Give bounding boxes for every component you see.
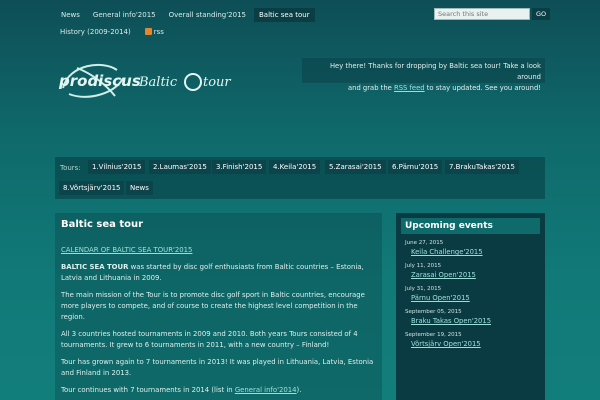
welcome-line-2: and grab the RSS feed to stay updated. S… (306, 83, 541, 94)
calendar-paragraph: CALENDAR OF BALTIC SEA TOUR'2015 (61, 245, 375, 256)
event-item: September 19, 2015 Võrtsjärv Open'2015 (405, 331, 545, 349)
tour-brakutakas[interactable]: 7.BrakuTakas'2015 (445, 160, 519, 174)
nav-rss[interactable]: rss (141, 25, 168, 39)
event-date: September 19, 2015 (405, 332, 462, 338)
main-nav: News General info'2015 Overall standing'… (56, 8, 315, 22)
intro-strong: BALTIC SEA TOUR (61, 263, 129, 271)
nav-overall-standing[interactable]: Overall standing'2015 (164, 8, 251, 22)
event-link[interactable]: Keila Challenge'2015 (411, 247, 545, 257)
logo-brand: prodiscus (58, 72, 141, 90)
disc-icon (184, 73, 202, 91)
search-input[interactable] (434, 8, 530, 20)
search-form: GO (434, 8, 551, 20)
nav-general-info[interactable]: General info'2015 (88, 8, 161, 22)
tour-keila[interactable]: 4.Keila'2015 (269, 160, 321, 174)
event-link[interactable]: Pärnu Open'2015 (411, 293, 545, 303)
nav-news[interactable]: News (56, 8, 85, 22)
secondary-nav: History (2009-2014) rss (56, 25, 168, 39)
nav-rss-label: rss (153, 28, 164, 36)
upcoming-events-title: Upcoming events (401, 218, 540, 234)
nav-history[interactable]: History (2009-2014) (56, 25, 135, 39)
welcome-line-1: Hey there! Thanks for dropping by Baltic… (329, 62, 541, 81)
welcome-line-2-post: to stay updated. See you around! (426, 84, 541, 92)
event-date: July 31, 2015 (405, 286, 442, 292)
general-info-2014-link[interactable]: General info'2014 (235, 386, 297, 394)
tour-laumas[interactable]: 2.Laumas'2015 (149, 160, 211, 174)
welcome-line-2-pre: and grab the (347, 84, 392, 92)
event-date: July 11, 2015 (405, 263, 442, 269)
tour-parnu[interactable]: 6.Pärnu'2015 (388, 160, 443, 174)
tours-label: Tours: (60, 164, 81, 172)
sidebar: Upcoming events June 27, 2015 Keila Chal… (396, 213, 545, 400)
rss-icon (144, 28, 152, 35)
event-link[interactable]: Zarasai Open'2015 (411, 270, 545, 280)
tour-vilnius[interactable]: 1.Vilnius'2015 (88, 160, 146, 174)
continuation-pre: Tour continues with 7 tournaments in 201… (61, 386, 235, 394)
growth-paragraph: Tour has grown again to 7 tournaments in… (61, 358, 374, 377)
welcome-box: Hey there! Thanks for dropping by Baltic… (302, 58, 545, 92)
tours-bar: Tours: 1.Vilnius'2015 2.Laumas'2015 3.Fi… (55, 157, 545, 199)
nav-baltic-sea-tour[interactable]: Baltic sea tour (253, 8, 315, 22)
rss-feed-link[interactable]: RSS feed (394, 84, 425, 92)
history-paragraph: All 3 countries hosted tournaments in 20… (61, 330, 358, 349)
logo-text-tour: tour (203, 75, 231, 90)
calendar-link[interactable]: CALENDAR OF BALTIC SEA TOUR'2015 (61, 246, 192, 254)
tour-news[interactable]: News (126, 181, 153, 195)
search-button[interactable]: GO (532, 8, 551, 20)
main-content: Baltic sea tour CALENDAR OF BALTIC SEA T… (61, 219, 375, 400)
event-date: September 05, 2015 (405, 309, 462, 315)
continuation-post: ). (296, 386, 302, 394)
event-link[interactable]: Võrtsjärv Open'2015 (411, 339, 545, 349)
tour-finish[interactable]: 3.Finish'2015 (212, 160, 267, 174)
site-logo[interactable]: prodiscus Baltic tour (55, 58, 240, 102)
event-item: July 31, 2015 Pärnu Open'2015 (405, 285, 545, 303)
event-item: June 27, 2015 Keila Challenge'2015 (405, 239, 545, 257)
intro-paragraph: BALTIC SEA TOUR was started by disc golf… (61, 262, 375, 284)
tour-zarasai[interactable]: 5.Zarasai'2015 (325, 160, 386, 174)
event-link[interactable]: Braku Takas Open'2015 (411, 316, 545, 326)
event-item: September 05, 2015 Braku Takas Open'2015 (405, 308, 545, 326)
continuation-paragraph: Tour continues with 7 tournaments in 201… (61, 385, 375, 396)
logo-text-baltic: Baltic (138, 75, 178, 90)
event-item: July 11, 2015 Zarasai Open'2015 (405, 262, 545, 280)
tour-vortsjarv[interactable]: 8.Võrtsjärv'2015 (59, 181, 125, 195)
mission-paragraph: The main mission of the Tour is to promo… (61, 291, 365, 321)
page-title: Baltic sea tour (61, 219, 144, 230)
event-date: June 27, 2015 (405, 240, 444, 246)
